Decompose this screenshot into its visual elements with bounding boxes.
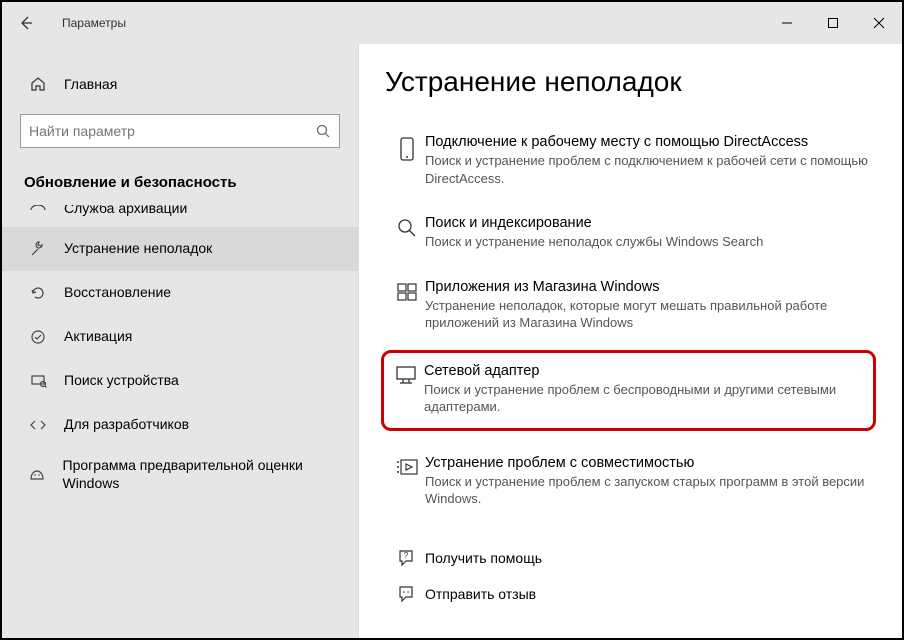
help-icon: ? (389, 548, 425, 568)
sidebar-item-insider[interactable]: Программа предварительной оценки Windows (2, 447, 358, 502)
troubleshoot-desc: Поиск и устранение проблем с беспроводны… (424, 381, 867, 416)
monitor-icon (388, 363, 424, 416)
troubleshoot-desc: Поиск и устранение проблем с подключение… (425, 152, 872, 187)
search-input[interactable] (29, 123, 315, 139)
feedback-icon (389, 584, 425, 604)
code-icon (24, 416, 52, 434)
troubleshoot-title: Подключение к рабочему месту с помощью D… (425, 134, 872, 150)
main-area: Главная Обновление и безопасность Служба… (2, 44, 902, 638)
troubleshoot-desc: Поиск и устранение неполадок службы Wind… (425, 233, 872, 251)
home-icon (24, 75, 52, 93)
nav-home-label: Главная (64, 76, 117, 92)
sidebar-item-label: Восстановление (64, 284, 171, 302)
troubleshoot-item-search[interactable]: Поиск и индексирование Поиск и устранени… (385, 205, 876, 263)
troubleshoot-item-compatibility[interactable]: Устранение проблем с совместимостью Поис… (385, 445, 876, 520)
sidebar-item-find-device[interactable]: Поиск устройства (2, 359, 358, 403)
sidebar-item-label: Служба архивации (64, 205, 187, 217)
device-icon (389, 134, 425, 187)
troubleshoot-desc: Устранение неполадок, которые могут меша… (425, 297, 872, 332)
sidebar-item-troubleshoot[interactable]: Устранение неполадок (2, 227, 358, 271)
svg-text:?: ? (404, 551, 409, 560)
sidebar-item-recovery[interactable]: Восстановление (2, 271, 358, 315)
feedback-link[interactable]: Отправить отзыв (385, 576, 876, 612)
titlebar: Параметры (2, 2, 902, 44)
sidebar-item-label: Поиск устройства (64, 372, 179, 390)
nav-home[interactable]: Главная (2, 66, 358, 102)
search-icon (315, 123, 331, 139)
recovery-icon (24, 284, 52, 302)
magnifier-icon (389, 215, 425, 251)
minimize-button[interactable] (764, 2, 810, 44)
sidebar-item-backup[interactable]: Служба архивации (2, 205, 358, 227)
page-title: Устранение неполадок (385, 66, 876, 98)
sidebar-item-developers[interactable]: Для разработчиков (2, 403, 358, 447)
troubleshoot-title: Поиск и индексирование (425, 215, 872, 231)
window-controls (764, 2, 902, 44)
sidebar-item-label: Программа предварительной оценки Windows (63, 457, 348, 492)
feedback-label: Отправить отзыв (425, 586, 536, 602)
windows-icon (389, 279, 425, 332)
wrench-icon (24, 240, 52, 258)
media-icon (389, 455, 425, 508)
sidebar-item-activation[interactable]: Активация (2, 315, 358, 359)
troubleshoot-item-store[interactable]: Приложения из Магазина Windows Устранени… (385, 269, 876, 344)
maximize-button[interactable] (810, 2, 856, 44)
get-help-link[interactable]: ? Получить помощь (385, 540, 876, 576)
close-button[interactable] (856, 2, 902, 44)
check-circle-icon (24, 328, 52, 346)
troubleshoot-item-directaccess[interactable]: Подключение к рабочему месту с помощью D… (385, 124, 876, 199)
troubleshoot-item-network-adapter[interactable]: Сетевой адаптер Поиск и устранение пробл… (381, 350, 876, 431)
sidebar-nav-list: Служба архивации Устранение неполадок Во… (2, 205, 358, 502)
insider-icon (24, 466, 51, 484)
back-button[interactable] (18, 15, 42, 31)
troubleshoot-title: Устранение проблем с совместимостью (425, 455, 872, 471)
content-area: Устранение неполадок Подключение к рабоч… (359, 44, 902, 638)
sidebar-item-label: Активация (64, 328, 132, 346)
get-help-label: Получить помощь (425, 550, 542, 566)
backup-icon (24, 205, 52, 217)
find-device-icon (24, 372, 52, 390)
sidebar-item-label: Для разработчиков (64, 416, 189, 434)
window-title: Параметры (62, 16, 126, 30)
search-box[interactable] (20, 114, 340, 148)
troubleshoot-title: Приложения из Магазина Windows (425, 279, 872, 295)
troubleshoot-desc: Поиск и устранение проблем с запуском ст… (425, 473, 872, 508)
troubleshoot-title: Сетевой адаптер (424, 363, 867, 379)
sidebar-item-label: Устранение неполадок (64, 240, 212, 258)
sidebar: Главная Обновление и безопасность Служба… (2, 44, 359, 638)
sidebar-section-header: Обновление и безопасность (2, 164, 358, 205)
